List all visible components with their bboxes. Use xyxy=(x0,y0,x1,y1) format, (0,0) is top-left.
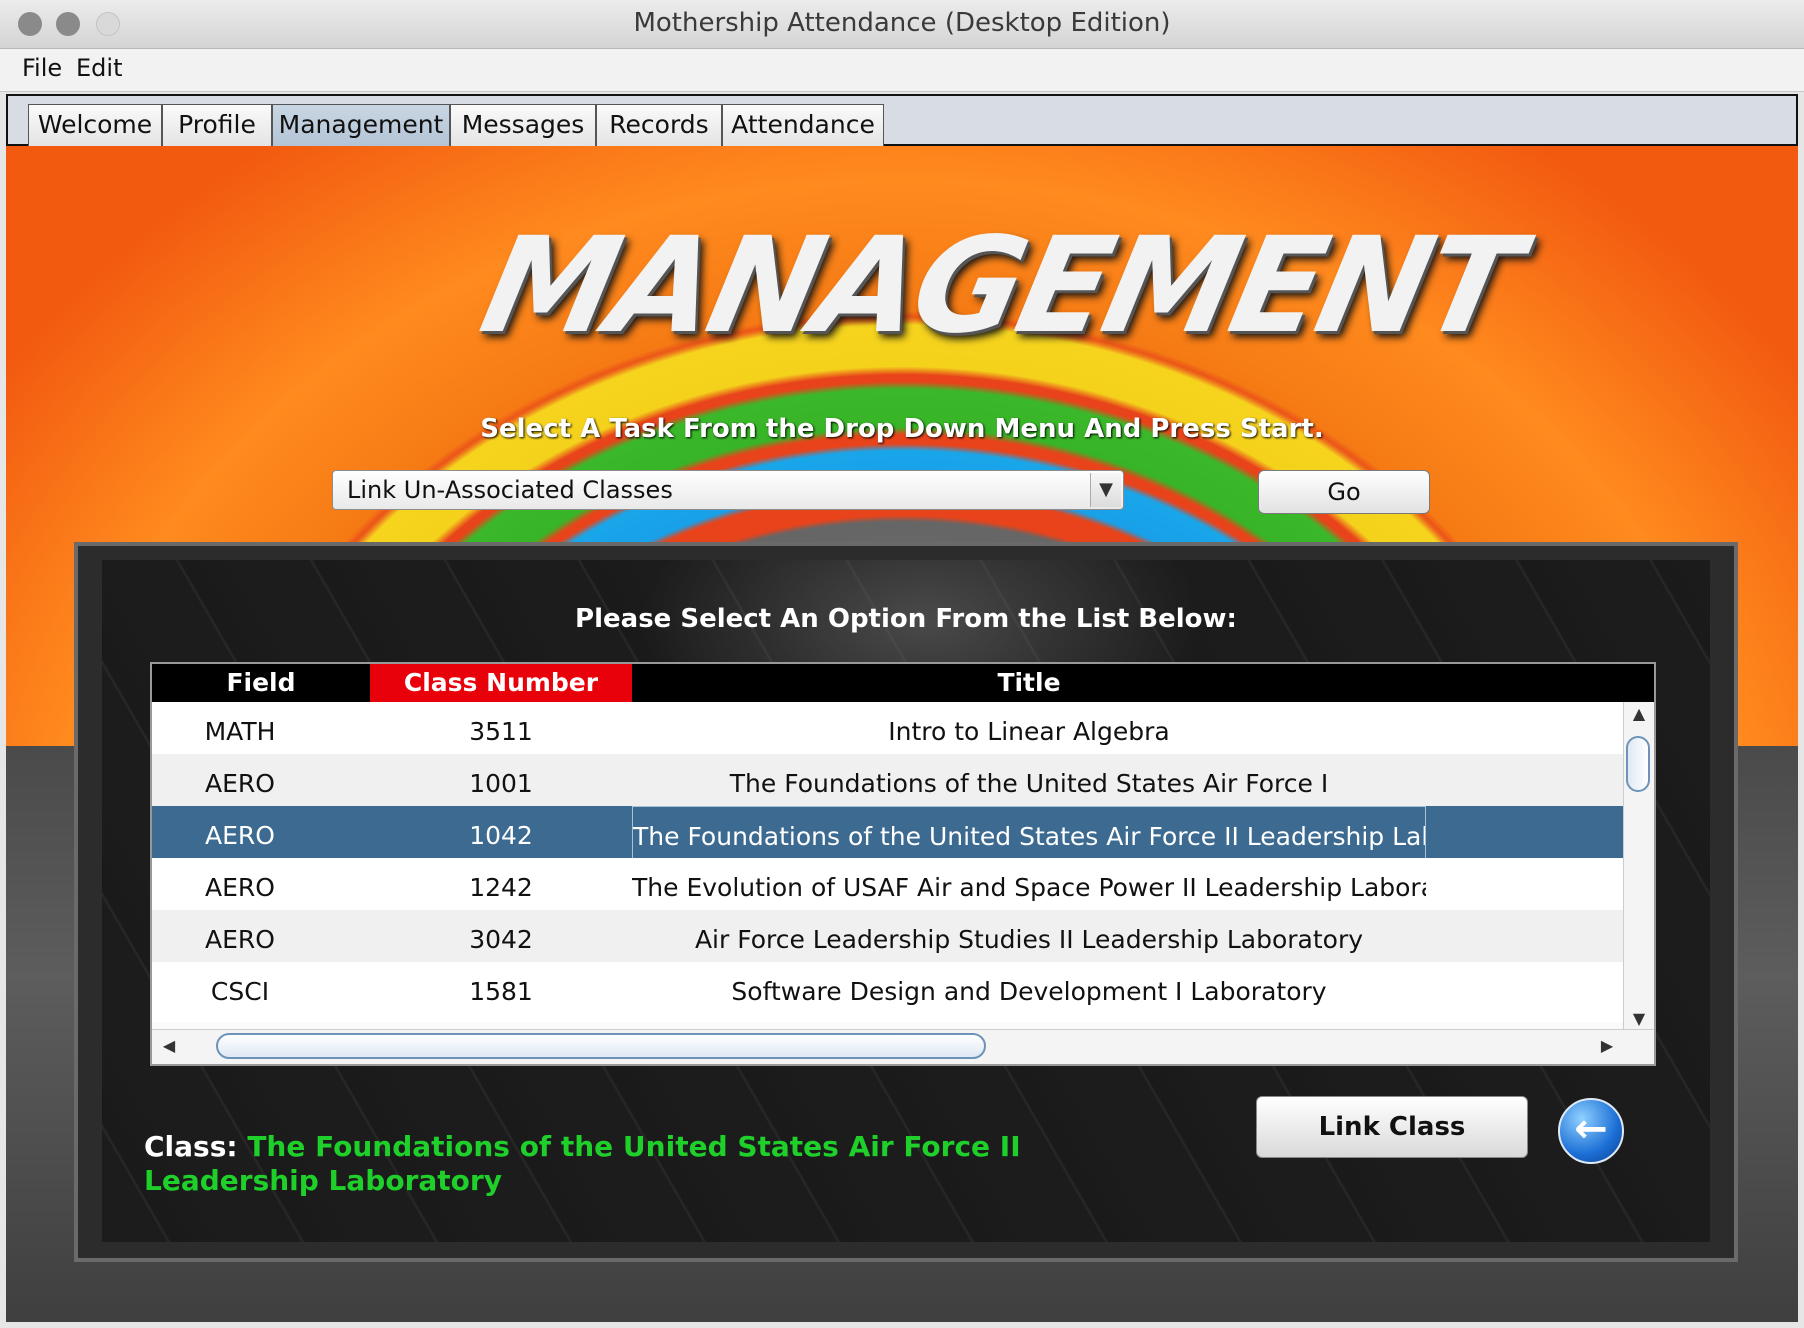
back-arrow-icon[interactable]: ← xyxy=(1558,1098,1624,1164)
menu-edit[interactable]: Edit xyxy=(76,54,122,82)
scroll-right-icon[interactable]: ▶ xyxy=(1594,1036,1620,1055)
cell-field: AERO xyxy=(205,821,275,850)
selection-panel: Please Select An Option From the List Be… xyxy=(74,542,1738,1262)
cell-class-number: 1242 xyxy=(469,873,533,902)
tab-welcome[interactable]: Welcome xyxy=(28,104,162,146)
table-row[interactable]: CSCI 1581 Software Design and Developmen… xyxy=(152,962,1624,1022)
cell-field: AERO xyxy=(205,925,275,954)
table-body: MATH 3511 Intro to Linear Algebra AERO 1… xyxy=(152,702,1654,1032)
cell-class-number: 3511 xyxy=(469,717,533,746)
cell-class-number: 1042 xyxy=(469,821,533,850)
chevron-down-icon[interactable]: ▼ xyxy=(1090,473,1121,507)
horizontal-scroll-thumb[interactable] xyxy=(216,1033,986,1059)
cell-field: AERO xyxy=(205,873,275,902)
cell-title: The Foundations of the United States Air… xyxy=(632,806,1426,866)
tab-messages[interactable]: Messages xyxy=(450,104,596,146)
cell-title: Software Design and Development I Labora… xyxy=(731,977,1327,1006)
table-header: Field Class Number Title xyxy=(152,664,1654,702)
go-button[interactable]: Go xyxy=(1258,470,1430,514)
app-window: Mothership Attendance (Desktop Edition) … xyxy=(0,0,1804,1328)
task-instruction: Select A Task From the Drop Down Menu An… xyxy=(480,414,1324,444)
table-row[interactable]: AERO 1242 The Evolution of USAF Air and … xyxy=(152,858,1624,918)
tab-management[interactable]: Management xyxy=(272,104,450,146)
vertical-scrollbar[interactable]: ▲ ▼ xyxy=(1623,702,1654,1032)
scroll-left-icon[interactable]: ◀ xyxy=(156,1036,182,1055)
tab-attendance[interactable]: Attendance xyxy=(722,104,884,146)
scroll-up-icon[interactable]: ▲ xyxy=(1626,704,1652,723)
selected-class-summary: Class: The Foundations of the United Sta… xyxy=(144,1130,1044,1198)
scroll-down-icon[interactable]: ▼ xyxy=(1626,1009,1652,1028)
column-header-field[interactable]: Field xyxy=(152,664,370,702)
cell-field: CSCI xyxy=(210,977,270,1006)
link-class-button[interactable]: Link Class xyxy=(1256,1096,1528,1158)
title-bar: Mothership Attendance (Desktop Edition) xyxy=(0,0,1804,49)
selected-class-label: Class: xyxy=(144,1130,238,1163)
cell-title: Intro to Linear Algebra xyxy=(888,717,1170,746)
column-header-title[interactable]: Title xyxy=(632,664,1426,702)
table-row-selected[interactable]: AERO 1042 The Foundations of the United … xyxy=(152,806,1624,866)
cell-title: The Foundations of the United States Air… xyxy=(729,769,1329,798)
task-dropdown-value: Link Un-Associated Classes xyxy=(347,476,673,504)
cell-field: AERO xyxy=(205,769,275,798)
management-content: MANAGEMENT Select A Task From the Drop D… xyxy=(6,146,1798,1322)
horizontal-scrollbar[interactable]: ◀ ▶ xyxy=(152,1029,1654,1064)
column-header-class-number[interactable]: Class Number xyxy=(370,664,632,702)
selected-class-value: The Foundations of the United States Air… xyxy=(144,1130,1021,1197)
menu-bar: File Edit xyxy=(0,49,1804,92)
tab-records[interactable]: Records xyxy=(596,104,722,146)
cell-title: The Evolution of USAF Air and Space Powe… xyxy=(632,873,1426,902)
table-row[interactable]: AERO 1001 The Foundations of the United … xyxy=(152,754,1624,814)
panel-heading: Please Select An Option From the List Be… xyxy=(575,604,1237,634)
window-title: Mothership Attendance (Desktop Edition) xyxy=(633,8,1171,38)
tab-strip: Welcome Profile Management Messages Reco… xyxy=(6,94,1798,146)
cell-class-number: 1581 xyxy=(469,977,533,1006)
cell-class-number: 1001 xyxy=(469,769,533,798)
menu-file[interactable]: File xyxy=(22,54,62,82)
management-logo: MANAGEMENT xyxy=(469,209,1530,363)
task-dropdown[interactable]: Link Un-Associated Classes ▼ xyxy=(332,470,1124,510)
cell-class-number: 3042 xyxy=(469,925,533,954)
classes-table: Field Class Number Title MATH 3511 Intro… xyxy=(150,662,1656,1066)
selection-panel-body: Please Select An Option From the List Be… xyxy=(102,560,1710,1242)
cell-title: Air Force Leadership Studies II Leadersh… xyxy=(694,925,1364,954)
vertical-scroll-thumb[interactable] xyxy=(1626,736,1650,792)
cell-field: MATH xyxy=(204,717,276,746)
table-row[interactable]: MATH 3511 Intro to Linear Algebra xyxy=(152,702,1624,762)
table-row[interactable]: AERO 3042 Air Force Leadership Studies I… xyxy=(152,910,1624,970)
tab-profile[interactable]: Profile xyxy=(162,104,272,146)
